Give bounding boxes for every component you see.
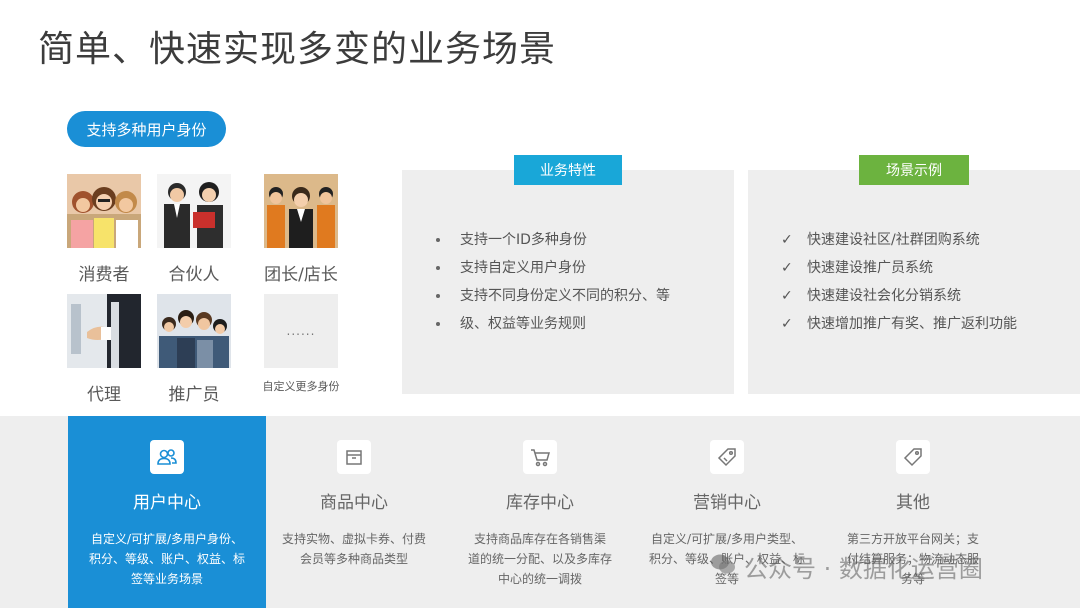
persona-promoter: 推广员 bbox=[157, 294, 231, 405]
watermark: 公众号 · 数据化运营圈 bbox=[710, 549, 983, 584]
persona-label: 自定义更多身份 bbox=[262, 380, 340, 393]
check-icon: ✓ bbox=[781, 316, 793, 332]
persona-label: 合伙人 bbox=[168, 265, 220, 285]
module-title: 营销中心 bbox=[693, 493, 761, 513]
scene-item: ✓ 快速建设社会化分销系统 bbox=[781, 282, 1017, 310]
module-desc-line: 积分、等级、账户、权益、标 bbox=[88, 552, 245, 566]
tag-icon bbox=[896, 440, 930, 474]
module-desc-line: 支持实物、虚拟卡券、付费 bbox=[281, 532, 426, 546]
partner-photo bbox=[157, 174, 231, 248]
module-desc-line: 自定义/可扩展/多用户身份、 bbox=[90, 532, 244, 546]
persona-group-leader: 团长/店长 bbox=[264, 174, 338, 285]
group-leader-photo bbox=[264, 174, 338, 248]
module-product-center[interactable]: 商品中心 支持实物、虚拟卡券、付费 会员等多种商品类型 bbox=[266, 416, 442, 608]
persona-consumer: 消费者 bbox=[67, 174, 141, 285]
features-tag: 业务特性 bbox=[514, 155, 622, 185]
persona-custom: ...... 自定义更多身份 bbox=[263, 294, 340, 394]
agent-photo bbox=[67, 294, 141, 368]
module-title: 用户中心 bbox=[133, 493, 201, 513]
module-title: 商品中心 bbox=[320, 493, 388, 513]
module-desc-line: 支持商品库存在各销售渠 bbox=[473, 532, 606, 546]
module-desc: 支持商品库存在各销售渠 道的统一分配、以及多库存 中心的统一调拨 bbox=[455, 529, 625, 589]
check-icon: ✓ bbox=[781, 288, 793, 304]
scenes-tag: 场景示例 bbox=[859, 155, 969, 185]
consumer-photo bbox=[67, 174, 141, 248]
module-desc-line: 签等业务场景 bbox=[130, 572, 203, 586]
watermark-text: 公众号 · 数据化运营圈 bbox=[744, 555, 983, 583]
box-icon bbox=[337, 440, 371, 474]
check-icon: ✓ bbox=[781, 232, 793, 248]
tag-icon bbox=[710, 440, 744, 474]
scene-text: 快速建设推广员系统 bbox=[807, 260, 933, 276]
persona-partner: 合伙人 bbox=[157, 174, 231, 285]
scene-item: ✓ 快速增加推广有奖、推广返利功能 bbox=[781, 310, 1017, 338]
features-panel: 业务特性 支持一个ID多种身份 支持自定义用户身份 支持不同身份定义不同的积分、… bbox=[402, 155, 734, 394]
scenes-panel: 场景示例 ✓ 快速建设社区/社群团购系统 ✓ 快速建设推广员系统 ✓ 快速建设社会化分… bbox=[748, 155, 1080, 394]
features-list: 支持一个ID多种身份 支持自定义用户身份 支持不同身份定义不同的积分、等 级、权… bbox=[435, 226, 670, 338]
scene-text: 快速增加推广有奖、推广返利功能 bbox=[807, 316, 1017, 332]
feature-item: 支持一个ID多种身份 bbox=[435, 226, 670, 254]
module-desc: 支持实物、虚拟卡券、付费 会员等多种商品类型 bbox=[269, 529, 439, 569]
scene-item: ✓ 快速建设推广员系统 bbox=[781, 254, 1017, 282]
module-desc-line: 中心的统一调拨 bbox=[497, 572, 582, 586]
module-title: 其他 bbox=[896, 493, 930, 513]
scene-text: 快速建设社区/社群团购系统 bbox=[807, 232, 980, 248]
wechat-icon bbox=[710, 553, 736, 581]
feature-item: 支持自定义用户身份 bbox=[435, 254, 670, 282]
module-user-center[interactable]: 用户中心 自定义/可扩展/多用户身份、 积分、等级、账户、权益、标 签等业务场景 bbox=[68, 416, 266, 608]
module-desc-line: 第三方开放平台网关；支 bbox=[846, 532, 979, 546]
feature-item: 支持不同身份定义不同的积分、等 bbox=[435, 282, 670, 310]
persona-agent: 代理 bbox=[67, 294, 141, 405]
cart-icon bbox=[523, 440, 557, 474]
placeholder-box: ...... bbox=[264, 294, 338, 368]
scene-item: ✓ 快速建设社区/社群团购系统 bbox=[781, 226, 1017, 254]
module-desc-line: 自定义/可扩展/多用户类型、 bbox=[650, 532, 804, 546]
module-desc: 自定义/可扩展/多用户身份、 积分、等级、账户、权益、标 签等业务场景 bbox=[77, 529, 257, 589]
page-title: 简单、快速实现多变的业务场景 bbox=[38, 29, 557, 70]
scenes-list: ✓ 快速建设社区/社群团购系统 ✓ 快速建设推广员系统 ✓ 快速建设社会化分销系统 ✓… bbox=[781, 226, 1017, 338]
scene-text: 快速建设社会化分销系统 bbox=[807, 288, 961, 304]
module-desc-line: 道的统一分配、以及多库存 bbox=[467, 552, 612, 566]
persona-label: 团长/店长 bbox=[264, 265, 338, 285]
users-icon bbox=[150, 440, 184, 474]
user-types-pill[interactable]: 支持多种用户身份 bbox=[67, 111, 226, 147]
module-title: 库存中心 bbox=[506, 493, 574, 513]
check-icon: ✓ bbox=[781, 260, 793, 276]
feature-item-continued: 级、权益等业务规则 bbox=[435, 310, 670, 338]
promoter-photo bbox=[157, 294, 231, 368]
module-desc-line: 会员等多种商品类型 bbox=[299, 552, 408, 566]
persona-label: 推广员 bbox=[168, 385, 220, 405]
module-inventory-center[interactable]: 库存中心 支持商品库存在各销售渠 道的统一分配、以及多库存 中心的统一调拨 bbox=[450, 416, 630, 608]
